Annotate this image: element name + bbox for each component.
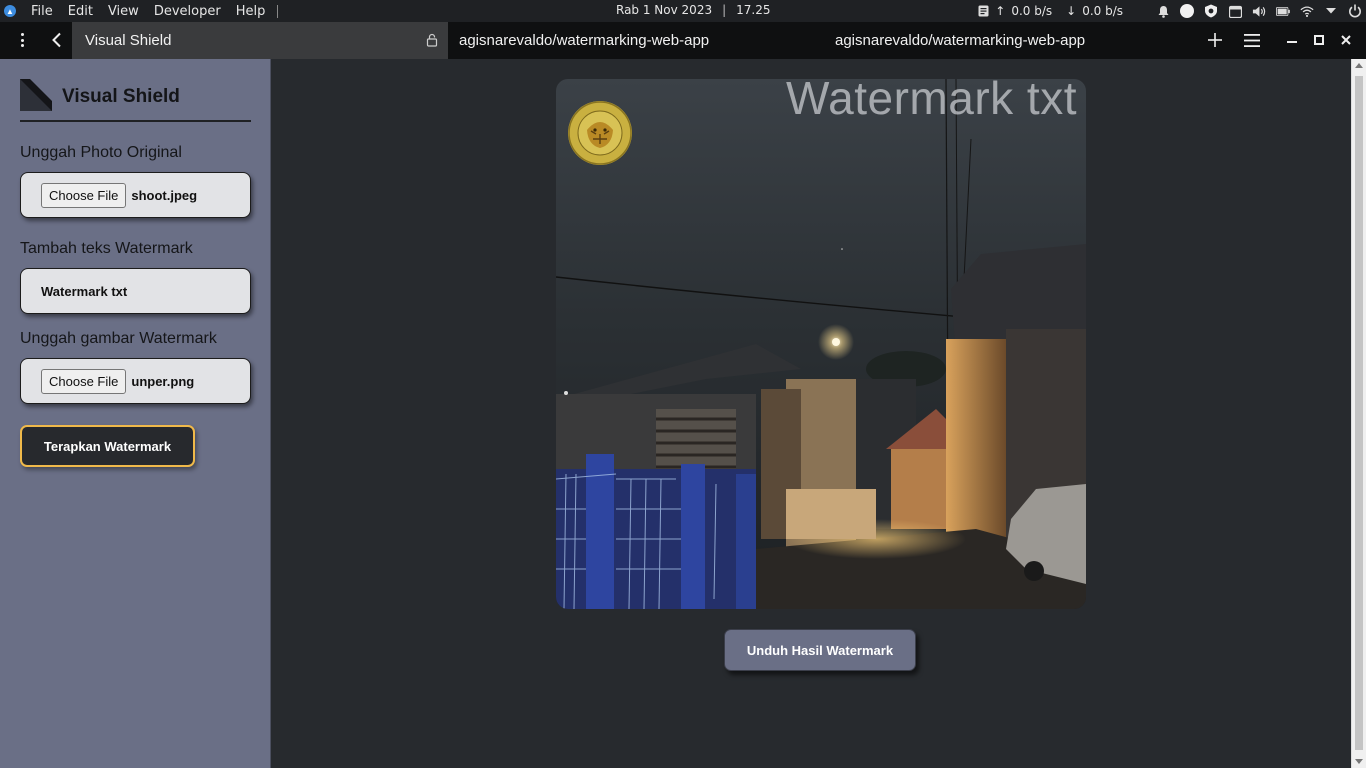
university-seal-watermark	[568, 101, 632, 165]
browser-toolbar: Visual Shield agisnarevaldo/watermarking…	[0, 22, 1366, 59]
wifi-icon[interactable]	[1300, 4, 1314, 18]
original-file-name: shoot.jpeg	[131, 187, 198, 203]
app-tab-title: Visual Shield	[85, 32, 172, 49]
menu-developer[interactable]: Developer	[147, 4, 229, 19]
app-menu: File Edit View Developer Help	[24, 4, 273, 19]
maximize-icon[interactable]	[1310, 31, 1328, 49]
page-scrollbar[interactable]	[1351, 59, 1366, 768]
system-tray: ↑ 0.0 b/s ↓ 0.0 b/s	[971, 0, 1366, 22]
calendar-icon[interactable]	[1228, 4, 1242, 18]
close-icon[interactable]	[1337, 31, 1355, 49]
net-down-arrow: ↓	[1066, 4, 1077, 18]
net-up-arrow: ↑	[995, 4, 1006, 18]
tray-dropdown-icon[interactable]	[1324, 4, 1338, 18]
apply-watermark-button[interactable]: Terapkan Watermark	[20, 425, 195, 467]
brand-header: Visual Shield	[20, 79, 251, 122]
download-watermark-button[interactable]: Unduh Hasil Watermark	[724, 629, 916, 671]
clock-divider: |	[722, 3, 727, 17]
clipboard-icon	[976, 4, 990, 18]
clock-date: Rab 1 Nov 2023	[616, 3, 713, 17]
scroll-down-icon[interactable]	[1355, 759, 1363, 764]
address-bar[interactable]: agisnarevaldo/watermarking-web-app	[459, 32, 709, 49]
power-icon[interactable]	[1348, 4, 1362, 18]
user-circle-icon[interactable]	[1180, 4, 1194, 18]
volume-icon[interactable]	[1252, 4, 1266, 18]
new-tab-plus-icon[interactable]	[1206, 31, 1224, 49]
watermark-text-value: Watermark txt	[41, 283, 128, 299]
watermark-text-overlay: Watermark txt	[785, 79, 1077, 124]
menu-edit[interactable]: Edit	[61, 4, 101, 19]
main-content: Watermark txt Unduh Hasil Watermark	[272, 59, 1351, 768]
original-choose-file-button[interactable]: Choose File	[41, 182, 127, 208]
night-street-photo	[556, 79, 1086, 609]
net-up-value: 0.0 b/s	[1011, 4, 1053, 18]
menu-separator	[277, 4, 279, 18]
notification-bell-icon[interactable]	[1156, 4, 1170, 18]
kebab-menu-icon[interactable]	[14, 31, 30, 49]
network-speed[interactable]: ↑ 0.0 b/s ↓ 0.0 b/s	[971, 4, 1137, 18]
battery-icon[interactable]	[1276, 4, 1290, 18]
visual-shield-logo-icon	[20, 79, 52, 111]
scroll-thumb[interactable]	[1355, 76, 1363, 750]
page-title: agisnarevaldo/watermarking-web-app	[835, 32, 1086, 49]
hamburger-menu-icon[interactable]	[1243, 31, 1261, 49]
lock-icon[interactable]	[425, 33, 439, 47]
menu-file[interactable]: File	[24, 4, 61, 19]
menu-help[interactable]: Help	[229, 4, 274, 19]
system-menubar: ▲ File Edit View Developer Help Rab 1 No…	[0, 0, 1366, 22]
shield-app-icon[interactable]	[1204, 4, 1218, 18]
watermark-image-label: Unggah gambar Watermark	[20, 330, 217, 347]
minimize-icon[interactable]	[1283, 31, 1301, 49]
sidebar: Visual Shield Unggah Photo Original Choo…	[0, 59, 271, 768]
app-tab[interactable]: Visual Shield	[72, 22, 448, 59]
net-down-value: 0.0 b/s	[1082, 4, 1123, 18]
watermark-text-input[interactable]: Watermark txt	[20, 268, 251, 314]
menu-view[interactable]: View	[101, 4, 147, 19]
back-arrow-icon[interactable]	[49, 32, 65, 48]
watermarked-photo: Watermark txt	[556, 79, 1086, 609]
original-photo-label: Unggah Photo Original	[20, 144, 182, 161]
scroll-up-icon[interactable]	[1355, 63, 1363, 68]
brand-name: Visual Shield	[62, 86, 180, 107]
watermark-file-name: unper.png	[131, 373, 195, 389]
watermark-choose-file-button[interactable]: Choose File	[41, 368, 127, 394]
app-launcher-icon[interactable]: ▲	[4, 5, 16, 17]
watermark-text-label: Tambah teks Watermark	[20, 240, 193, 257]
clock[interactable]: Rab 1 Nov 2023 | 17.25	[616, 3, 771, 17]
watermark-image-input[interactable]: Choose File unper.png	[20, 358, 251, 404]
clock-time: 17.25	[736, 3, 771, 17]
original-photo-input[interactable]: Choose File shoot.jpeg	[20, 172, 251, 218]
